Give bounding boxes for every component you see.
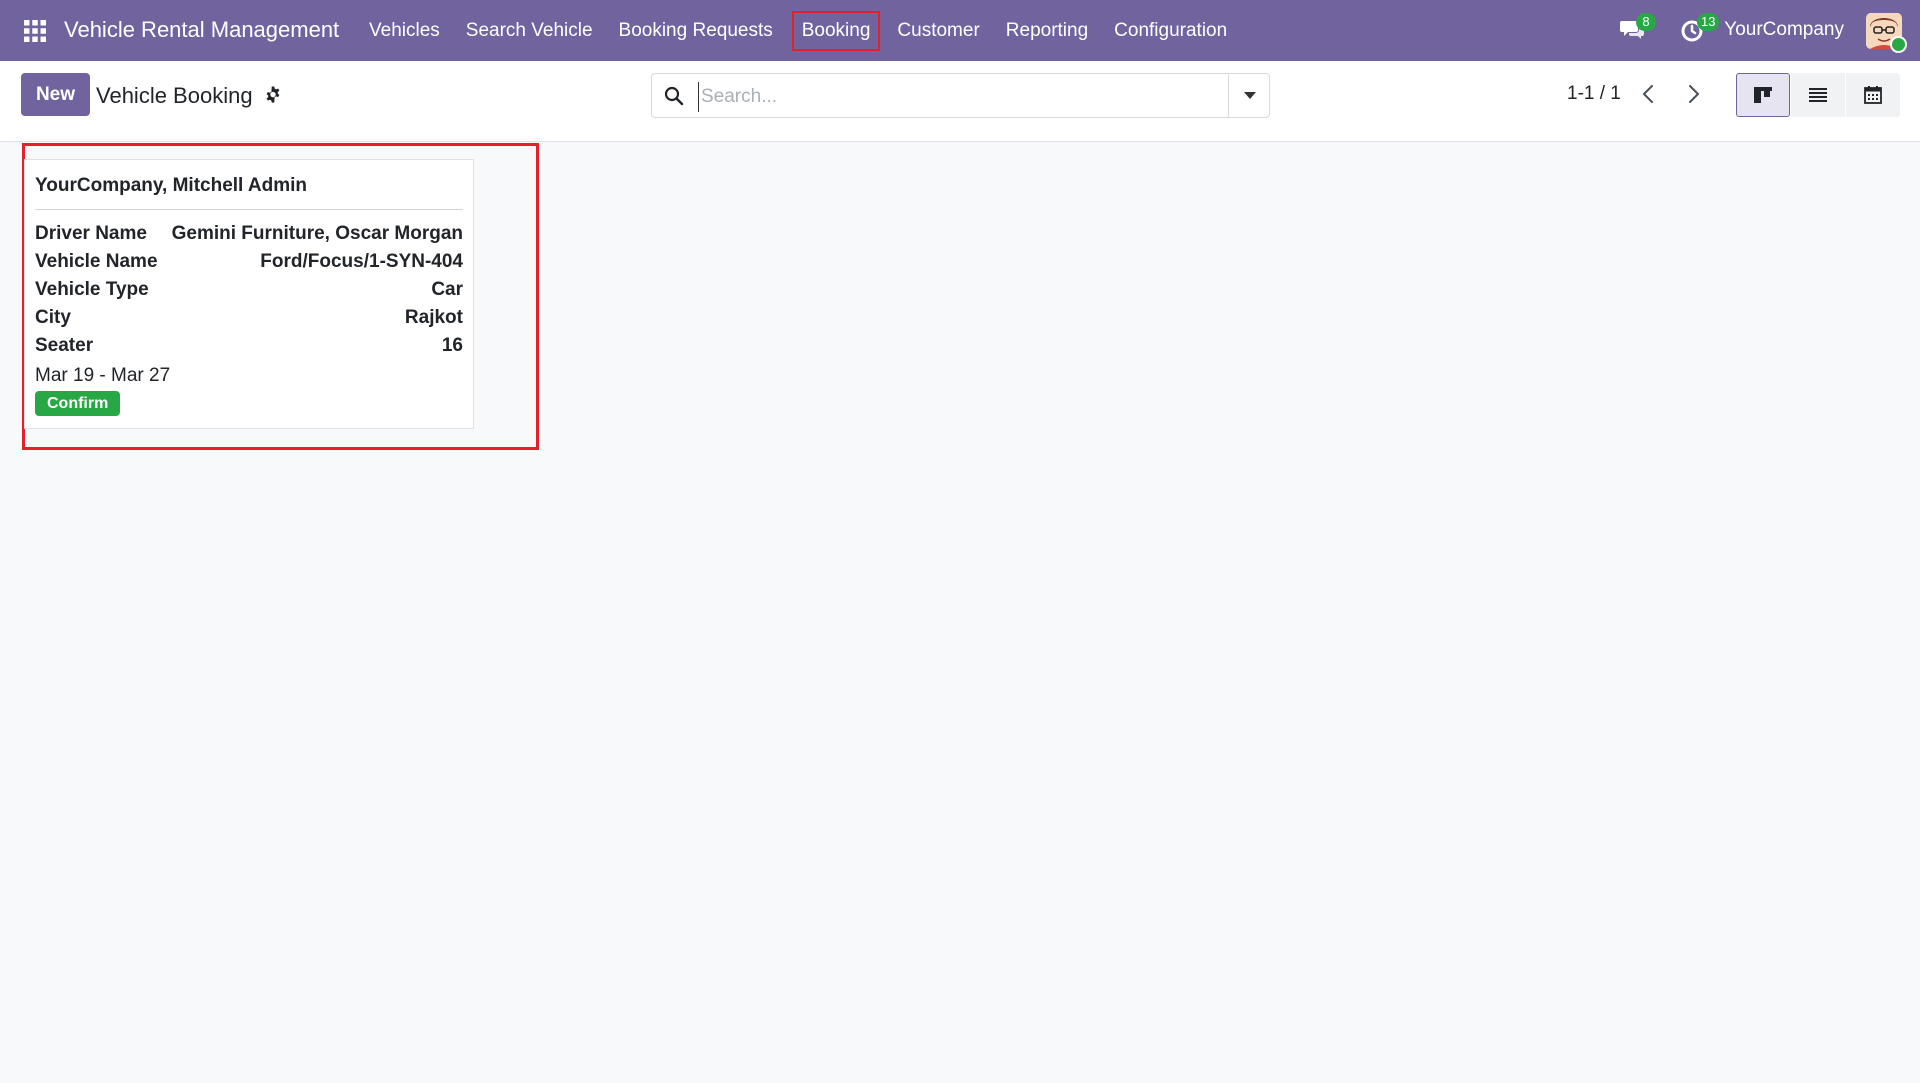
search-box xyxy=(651,73,1270,118)
menu-item-reporting[interactable]: Reporting xyxy=(993,11,1101,51)
field-label: Vehicle Type xyxy=(35,279,149,300)
chevron-left-icon[interactable] xyxy=(1638,82,1660,106)
field-label: Seater xyxy=(35,335,94,356)
messages-button[interactable]: 8 xyxy=(1619,13,1656,44)
gear-icon[interactable] xyxy=(264,86,282,104)
field-value: Rajkot xyxy=(404,307,463,328)
field-value: Ford/Focus/1-SYN-404 xyxy=(260,251,463,272)
field-vehicle-name: Vehicle Name Ford/Focus/1-SYN-404 xyxy=(35,251,463,275)
menu-item-configuration[interactable]: Configuration xyxy=(1101,11,1240,51)
field-label: Vehicle Name xyxy=(35,251,158,272)
pager-value[interactable]: 1-1 / 1 xyxy=(1567,83,1621,105)
search-icon xyxy=(664,86,684,106)
calendar-view-button[interactable] xyxy=(1846,73,1900,117)
page-title: Vehicle Booking xyxy=(96,83,253,108)
field-value: 16 xyxy=(441,335,463,356)
field-driver-name: Driver Name Gemini Furniture, Oscar Morg… xyxy=(35,223,463,247)
menu-item-booking[interactable]: Booking xyxy=(791,10,881,51)
view-switcher xyxy=(1736,73,1901,117)
company-switcher[interactable]: YourCompany xyxy=(1724,19,1844,41)
menu-item-booking-requests[interactable]: Booking Requests xyxy=(606,11,786,51)
field-label: Driver Name xyxy=(35,223,147,244)
menu-item-customer[interactable]: Customer xyxy=(884,11,992,51)
activities-button[interactable]: 13 xyxy=(1680,13,1720,44)
field-label: City xyxy=(35,307,71,328)
calendar-view-icon xyxy=(1864,86,1882,104)
search-options-dropdown-toggle[interactable] xyxy=(1228,74,1269,117)
card-divider xyxy=(35,209,463,210)
field-value: Car xyxy=(431,279,463,300)
search-input[interactable] xyxy=(698,82,1203,112)
list-view-icon xyxy=(1809,88,1827,102)
app-title[interactable]: Vehicle Rental Management xyxy=(64,17,339,43)
new-button[interactable]: New xyxy=(21,73,90,116)
kanban-view-icon xyxy=(1754,87,1772,103)
online-status-indicator xyxy=(1890,36,1907,53)
control-panel: New Vehicle Booking 1-1 / 1 xyxy=(0,61,1920,142)
top-navbar: Vehicle Rental Management Vehicles Searc… xyxy=(0,0,1920,61)
booking-kanban-card[interactable]: YourCompany, Mitchell Admin Driver Name … xyxy=(24,159,474,429)
field-seater: Seater 16 xyxy=(35,335,463,359)
list-view-button[interactable] xyxy=(1791,73,1845,117)
field-value: Gemini Furniture, Oscar Morgan xyxy=(171,223,463,244)
menu-item-search-vehicle[interactable]: Search Vehicle xyxy=(453,11,606,51)
activities-count-badge: 13 xyxy=(1697,13,1720,31)
menu-item-vehicles[interactable]: Vehicles xyxy=(356,11,453,51)
messages-count-badge: 8 xyxy=(1636,13,1656,31)
chevron-right-icon[interactable] xyxy=(1682,82,1704,106)
field-city: City Rajkot xyxy=(35,307,463,331)
booking-date-range: Mar 19 - Mar 27 xyxy=(35,365,171,386)
kanban-view-button[interactable] xyxy=(1736,73,1790,117)
field-vehicle-type: Vehicle Type Car xyxy=(35,279,463,303)
main-menu: Vehicles Search Vehicle Booking Requests… xyxy=(356,0,1240,61)
status-badge: Confirm xyxy=(35,391,121,416)
card-title: YourCompany, Mitchell Admin xyxy=(35,175,307,196)
apps-grid-icon[interactable] xyxy=(23,19,47,43)
